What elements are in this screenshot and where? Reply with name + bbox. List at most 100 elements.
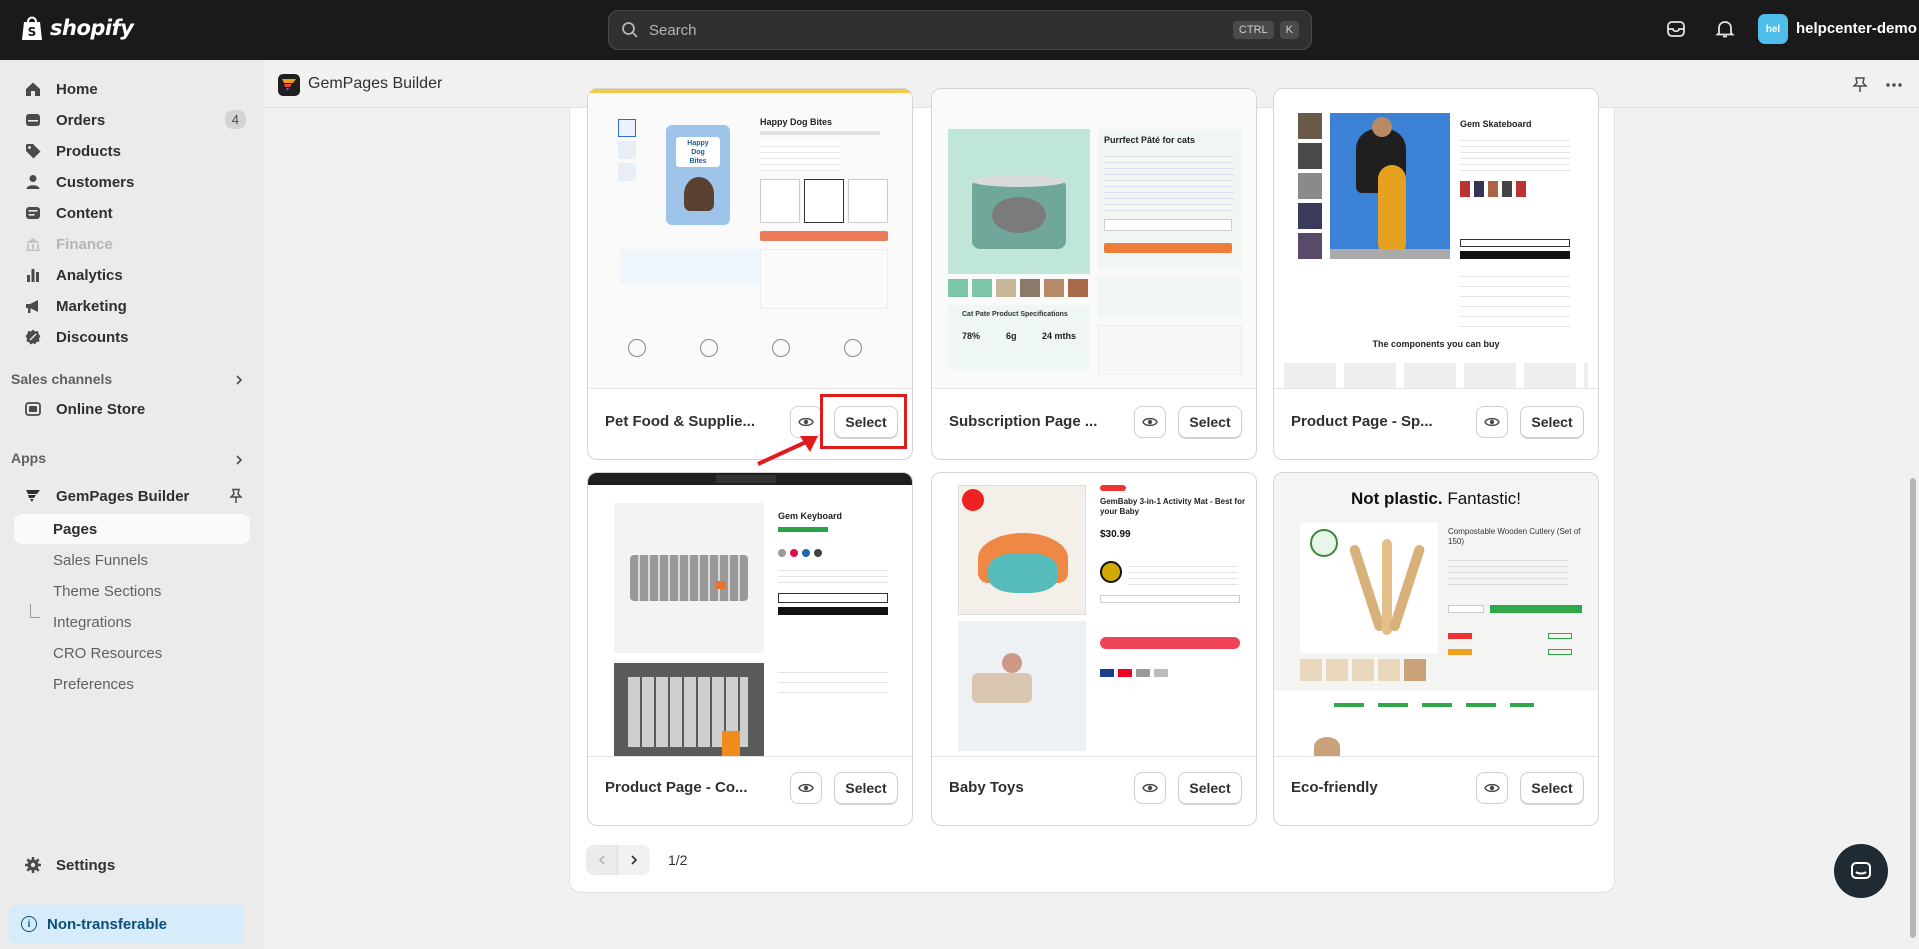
shopify-logo[interactable]: S shopify <box>20 14 134 42</box>
chat-button[interactable] <box>1834 844 1888 898</box>
nav-settings-label: Settings <box>56 856 116 874</box>
person-icon <box>26 175 40 189</box>
marketing-icon <box>26 300 38 313</box>
preview-subtitle: Compostable Wooden Cutlery (Set of 150) <box>1448 527 1581 546</box>
sub-item-preferences[interactable]: Preferences <box>14 669 250 699</box>
nav-discounts-label: Discounts <box>56 328 129 346</box>
nav-products-label: Products <box>56 142 122 160</box>
non-transferable-label: Non-transferable <box>47 915 168 933</box>
select-button[interactable]: Select <box>1178 406 1242 438</box>
template-preview: Happy Dog Bites Happy Dog Bites <box>588 89 912 389</box>
eye-icon <box>1484 417 1500 427</box>
card-footer: Subscription Page ... Select <box>932 389 1256 459</box>
preview-button[interactable] <box>1134 772 1166 804</box>
nav-marketing[interactable]: Marketing <box>14 291 250 321</box>
more-horizontal-icon[interactable] <box>1885 76 1903 94</box>
search-icon <box>622 22 638 38</box>
template-preview: GemBaby 3-in-1 Activity Mat - Best for y… <box>932 473 1256 757</box>
sub-item-integrations[interactable]: Integrations <box>14 607 250 637</box>
template-name: Baby Toys <box>949 779 1024 796</box>
templates-panel: Happy Dog Bites Happy Dog Bites Pet Food &… <box>569 88 1615 893</box>
sub-item-cro-resources[interactable]: CRO Resources <box>14 638 250 668</box>
preview-title: Gem Keyboard <box>778 511 843 521</box>
template-card-skateboard[interactable]: Gem Skateboard The components you can bu… <box>1273 88 1599 460</box>
stat-1: 78% <box>962 331 981 341</box>
annotation-arrow-icon <box>757 436 818 466</box>
store-inbox-icon[interactable] <box>1665 18 1687 40</box>
gear-icon <box>25 857 41 873</box>
template-preview: Not plastic. Fantastic! Compostable Wood… <box>1274 473 1598 757</box>
sub-item-pages[interactable]: Pages <box>14 514 250 544</box>
store-name[interactable]: helpcenter-demo <box>1796 20 1917 37</box>
previous-page-button[interactable] <box>586 845 618 875</box>
template-card-eco-friendly[interactable]: Not plastic. Fantastic! Compostable Wood… <box>1273 472 1599 826</box>
stat-3: 24 mths <box>1042 331 1077 341</box>
brand-name: shopify <box>50 16 134 40</box>
scrollbar-thumb[interactable] <box>1910 478 1916 938</box>
search-bar[interactable]: Search CTRL K <box>608 10 1312 50</box>
chevron-right-icon[interactable] <box>232 373 246 387</box>
app-title: GemPages Builder <box>308 75 443 92</box>
notifications-bell-icon[interactable] <box>1714 18 1736 40</box>
template-card-baby-toys[interactable]: GemBaby 3-in-1 Activity Mat - Best for y… <box>931 472 1257 826</box>
nav-customers[interactable]: Customers <box>14 167 250 197</box>
select-button[interactable]: Select <box>1178 772 1242 804</box>
preview-subtitle: Cat Pate Product Specifications <box>962 311 1068 318</box>
pin-icon[interactable] <box>1851 76 1869 94</box>
apps-heading[interactable]: Apps <box>11 450 46 466</box>
gempages-logo-icon <box>278 74 300 96</box>
eye-icon <box>798 417 814 427</box>
nav-online-store[interactable]: Online Store <box>14 394 250 424</box>
nav-customers-label: Customers <box>56 173 135 191</box>
preview-button[interactable] <box>1134 406 1166 438</box>
chevron-left-icon <box>598 855 605 865</box>
chevron-right-icon[interactable] <box>232 453 246 467</box>
template-card-subscription[interactable]: Cat Pate Product Specifications 78% 6g 2… <box>931 88 1257 460</box>
sales-channels-heading[interactable]: Sales channels <box>11 371 112 387</box>
gempages-icon <box>26 490 40 502</box>
shortcut-k: K <box>1279 21 1299 39</box>
sub-item-sales-funnels[interactable]: Sales Funnels <box>14 545 250 575</box>
discount-icon <box>25 329 41 345</box>
sub-item-theme-sections[interactable]: Theme Sections <box>14 576 250 606</box>
chat-icon <box>1851 862 1871 879</box>
content-icon <box>26 207 40 219</box>
nav-home-label: Home <box>56 80 98 98</box>
nav-gempages-label: GemPages Builder <box>56 487 190 505</box>
template-card-keyboard[interactable]: Gem Keyboard Product Page - Co... Select <box>587 472 913 826</box>
pin-icon[interactable] <box>229 488 243 504</box>
nav-orders[interactable]: Orders 4 <box>14 105 250 135</box>
nav-content[interactable]: Content <box>14 198 250 228</box>
preview-title: Purrfect Pâté for cats <box>1104 135 1196 145</box>
nav-online-store-label: Online Store <box>56 400 146 418</box>
preview-button[interactable] <box>1476 406 1508 438</box>
nav-orders-label: Orders <box>56 111 106 129</box>
next-page-button[interactable] <box>618 845 650 875</box>
nav-home[interactable]: Home <box>14 74 250 104</box>
analytics-icon <box>27 269 39 282</box>
preview-title: Happy Dog Bites <box>760 117 833 127</box>
nav-settings[interactable]: Settings <box>14 850 250 880</box>
template-name: Eco-friendly <box>1291 779 1378 796</box>
search-placeholder: Search <box>649 21 697 39</box>
finance-icon <box>26 238 40 252</box>
select-button[interactable]: Select <box>1520 772 1584 804</box>
scrollbar[interactable] <box>1907 108 1919 949</box>
orders-icon <box>26 114 40 126</box>
template-name: Product Page - Co... <box>605 779 748 796</box>
nav-discounts[interactable]: Discounts <box>14 322 250 352</box>
store-avatar[interactable]: hel <box>1758 14 1788 44</box>
preview-title-rest: Fantastic! <box>1447 489 1522 508</box>
nav-marketing-label: Marketing <box>56 297 127 315</box>
select-button[interactable]: Select <box>834 772 898 804</box>
non-transferable-banner[interactable]: i Non-transferable <box>9 905 244 943</box>
nav-finance-label: Finance <box>56 235 113 253</box>
preview-button[interactable] <box>1476 772 1508 804</box>
nav-analytics-label: Analytics <box>56 266 123 284</box>
nav-analytics[interactable]: Analytics <box>14 260 250 290</box>
nav-gempages-builder[interactable]: GemPages Builder <box>14 481 250 511</box>
pagination <box>586 845 650 875</box>
select-button[interactable]: Select <box>1520 406 1584 438</box>
preview-button[interactable] <box>790 772 822 804</box>
nav-products[interactable]: Products <box>14 136 250 166</box>
